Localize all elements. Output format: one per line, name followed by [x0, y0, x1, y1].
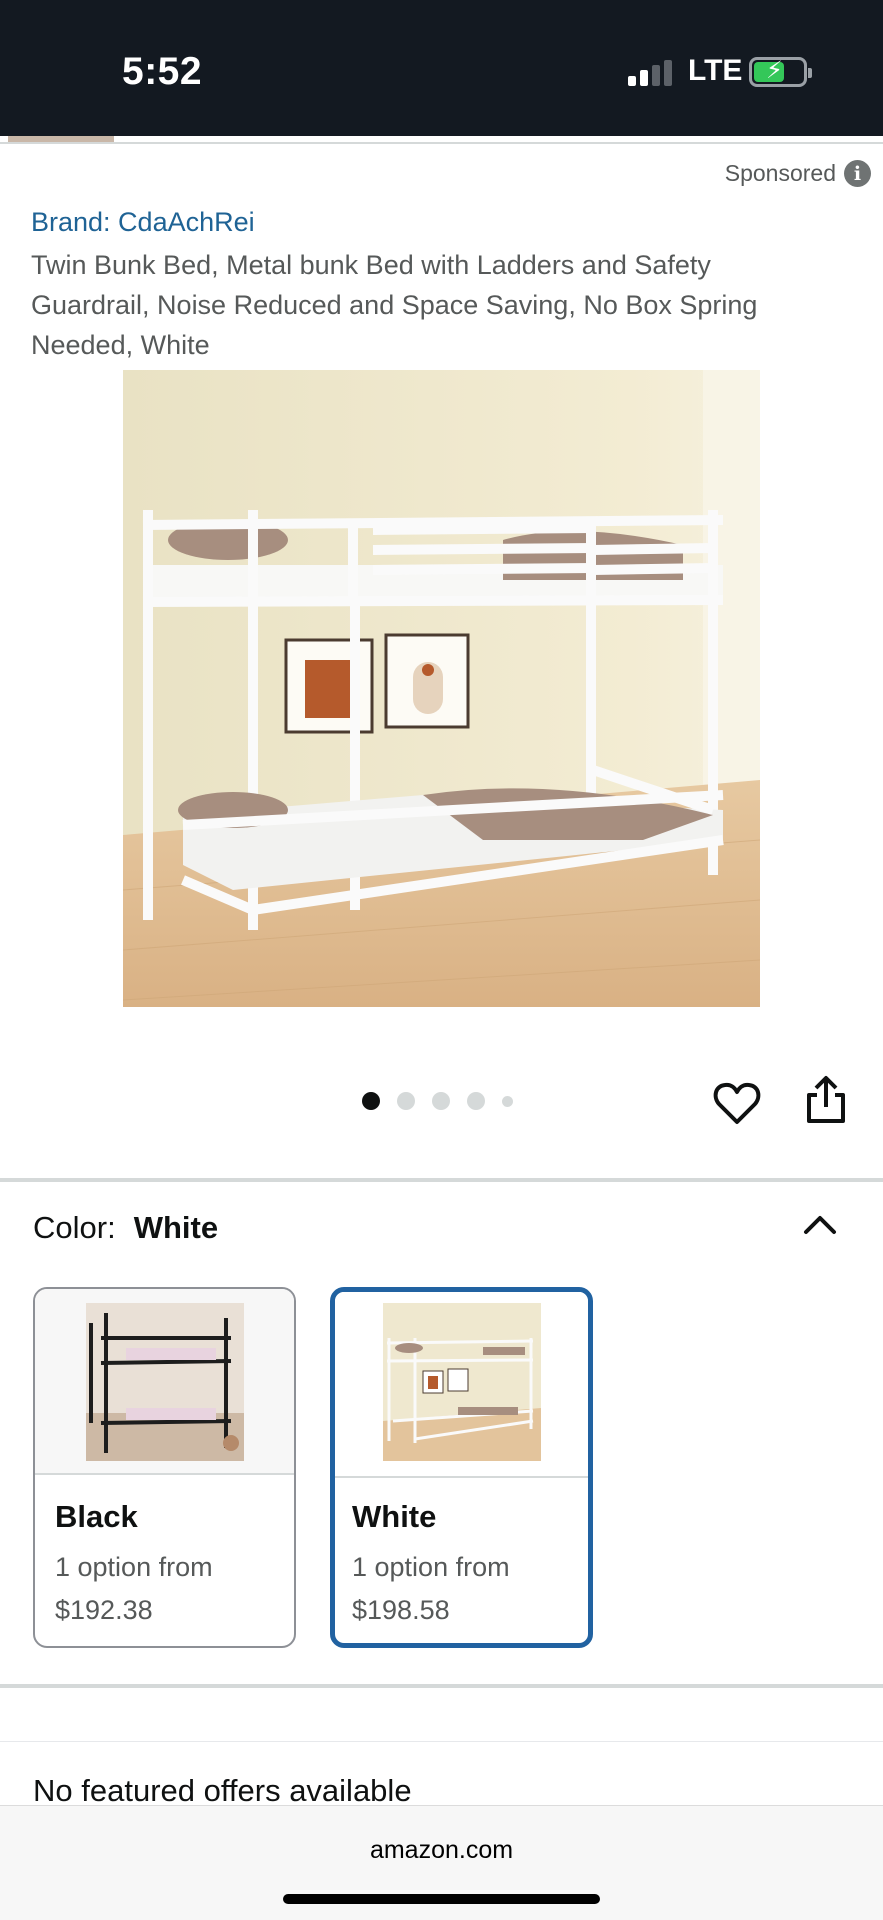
previous-item-sliver [0, 136, 883, 144]
option-count: 1 option from [55, 1552, 213, 1582]
no-offers-message: No featured offers available [33, 1773, 412, 1808]
section-divider [0, 1684, 883, 1688]
info-icon[interactable]: i [844, 160, 871, 187]
selected-color: White [133, 1210, 219, 1245]
sponsored-label[interactable]: Sponsored i [725, 160, 871, 187]
pagination-dot[interactable] [362, 1092, 380, 1110]
color-label: Color: [33, 1210, 116, 1245]
option-count: 1 option from [352, 1552, 510, 1582]
image-pagination[interactable] [362, 1092, 513, 1110]
url-display[interactable]: amazon.com [0, 1836, 883, 1865]
option-availability: 1 option from $192.38 [55, 1546, 213, 1632]
color-selector-header[interactable]: Color: White [33, 1210, 218, 1246]
option-price: $198.58 [352, 1595, 450, 1625]
pagination-dot[interactable] [467, 1092, 485, 1110]
browser-bottom-bar: amazon.com [0, 1805, 883, 1920]
sponsored-text: Sponsored [724, 160, 836, 186]
share-icon[interactable] [805, 1075, 847, 1125]
option-price: $192.38 [55, 1595, 153, 1625]
option-availability: 1 option from $198.58 [352, 1546, 510, 1632]
pagination-dot[interactable] [502, 1095, 513, 1107]
color-option-black[interactable]: Black 1 option from $192.38 [33, 1287, 296, 1648]
option-name: White [352, 1499, 437, 1534]
chevron-up-icon[interactable] [802, 1210, 838, 1238]
color-option-white[interactable]: White 1 option from $198.58 [330, 1287, 593, 1648]
swatch-image-area [35, 1289, 294, 1475]
signal-icon [628, 60, 672, 86]
option-name: Black [55, 1499, 138, 1534]
battery-icon: ⚡ [749, 57, 812, 87]
section-divider [0, 1178, 883, 1182]
product-image[interactable] [123, 370, 760, 1007]
status-time: 5:52 [122, 50, 203, 93]
heart-icon[interactable] [713, 1080, 761, 1126]
white-bed-thumbnail [382, 1303, 541, 1461]
black-bed-thumbnail [85, 1303, 244, 1461]
brand-link[interactable]: Brand: CdaAchRei [31, 207, 255, 238]
section-divider-thin [0, 1741, 883, 1742]
product-title[interactable]: Twin Bunk Bed, Metal bunk Bed with Ladde… [31, 245, 831, 365]
network-label: LTE [688, 54, 743, 87]
pagination-dot[interactable] [397, 1092, 415, 1110]
swatch-image-area [335, 1292, 588, 1478]
status-bar: 5:52 LTE ⚡ [0, 0, 883, 136]
pagination-dot[interactable] [432, 1092, 450, 1110]
home-indicator[interactable] [283, 1894, 600, 1904]
